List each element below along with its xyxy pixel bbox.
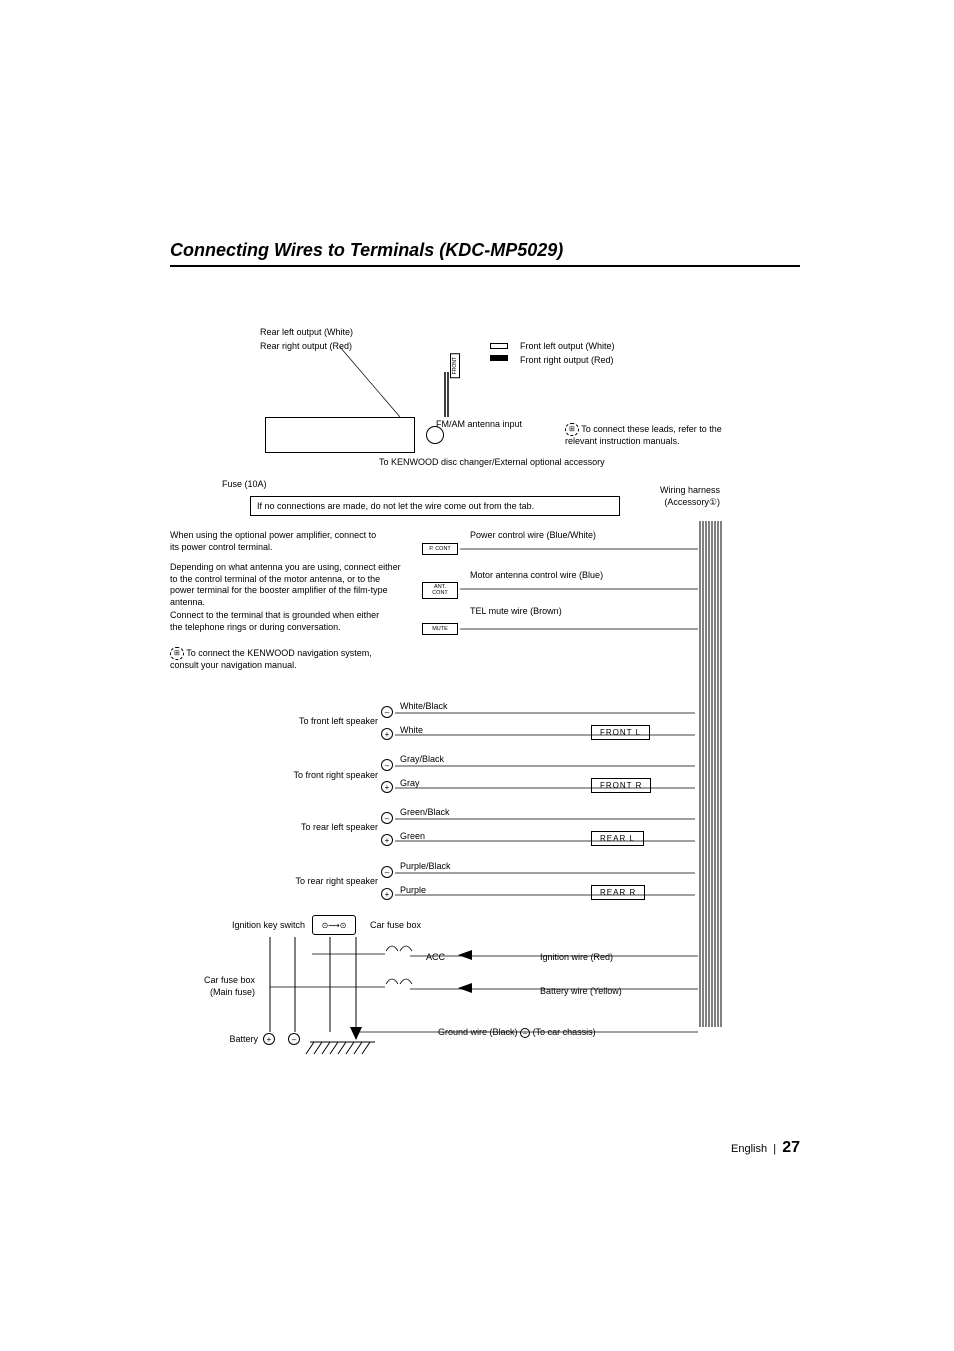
diagram-lines bbox=[170, 327, 800, 1117]
page-number: 27 bbox=[782, 1139, 800, 1156]
wiring-diagram: Rear left output (White) Rear right outp… bbox=[170, 327, 800, 1117]
footer-language: English bbox=[731, 1143, 767, 1155]
page-footer: English | 27 bbox=[731, 1139, 800, 1157]
page-title: Connecting Wires to Terminals (KDC-MP502… bbox=[170, 240, 800, 267]
